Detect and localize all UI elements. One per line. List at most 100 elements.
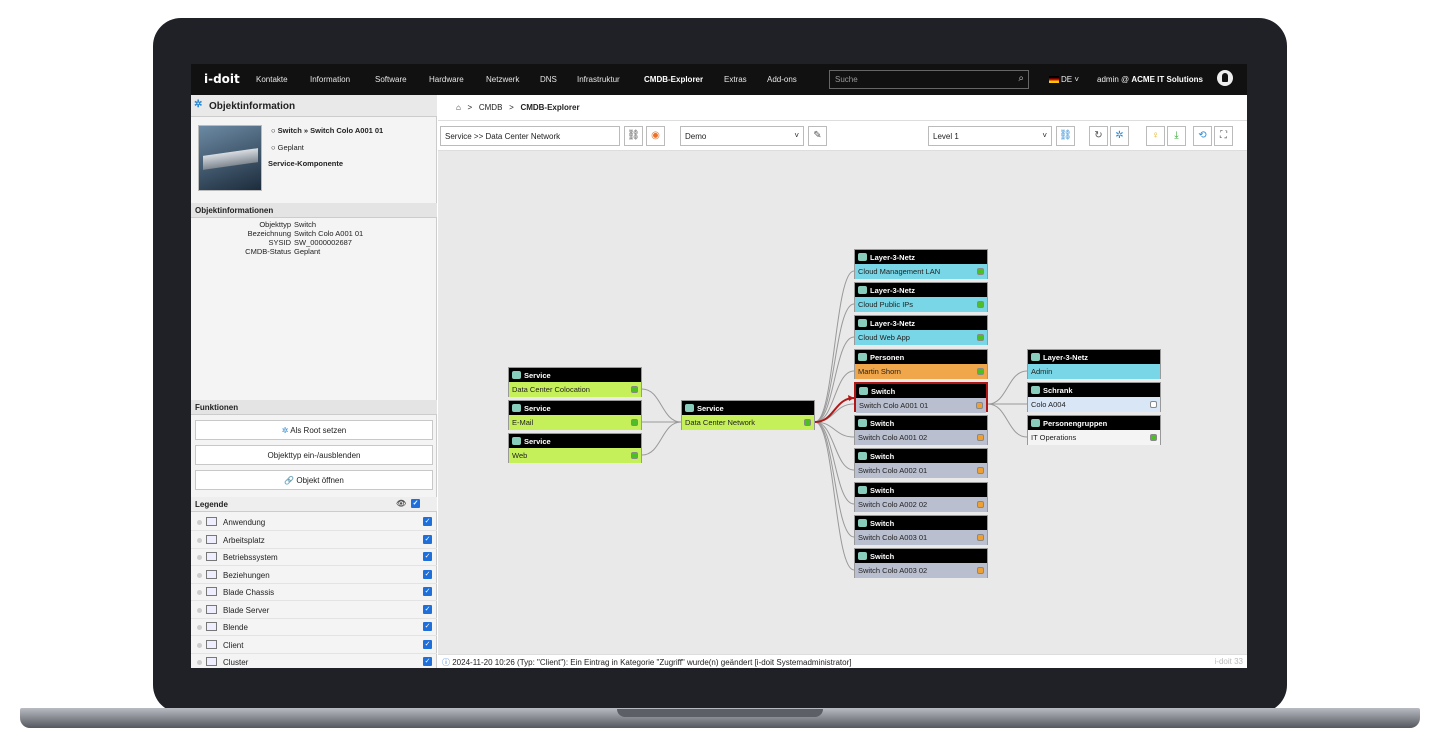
legend-item[interactable]: Blende ✓ [191, 619, 437, 636]
graph-node[interactable]: Service Data Center Colocation [508, 367, 642, 397]
object-type-icon [206, 569, 217, 579]
node-name: Admin [1031, 367, 1053, 376]
eye-icon[interactable]: 👁 [396, 499, 406, 508]
legend-checkbox[interactable]: ✓ [423, 587, 432, 596]
nav-netzwerk[interactable]: Netzwerk [486, 75, 519, 84]
node-body: Switch Colo A003 02 [855, 563, 987, 578]
status-dot [197, 520, 202, 525]
search-input[interactable]: Suche ⌕ [829, 70, 1029, 89]
graph-node[interactable]: Layer-3-Netz Cloud Web App [854, 315, 988, 345]
nav-cmdb-explorer[interactable]: CMDB-Explorer [644, 75, 703, 84]
graph-node[interactable]: Layer-3-Netz Cloud Management LAN [854, 249, 988, 279]
legend-checkbox[interactable]: ✓ [423, 534, 432, 544]
explorer-icon: ✲ [281, 426, 289, 435]
graph-node[interactable]: Layer-3-Netz Cloud Public IPs [854, 282, 988, 312]
nav-infrastruktur[interactable]: Infrastruktur [577, 75, 620, 84]
refresh-icon[interactable]: ↻ [1089, 126, 1108, 146]
legend-item[interactable]: Anwendung ✓ [191, 514, 437, 531]
search-icon[interactable]: ⌕ [1018, 73, 1024, 84]
legend-checkbox[interactable]: ✓ [423, 569, 432, 579]
fullscreen-icon[interactable]: ⛶ [1214, 126, 1233, 146]
profile-select[interactable]: Demo ˅ [680, 126, 804, 146]
path-field[interactable]: Service >> Data Center Network [440, 126, 620, 146]
legend-checkbox[interactable]: ✓ [423, 657, 432, 666]
graph-node[interactable]: Switch Switch Colo A001 02 [854, 415, 988, 445]
legend-item[interactable]: Blade Chassis ✓ [191, 584, 437, 601]
legend-select-all-checkbox[interactable]: ✓ [411, 499, 420, 508]
graph-node[interactable]: Schrank Colo A004 [1027, 382, 1161, 412]
download-icon[interactable]: ⤓ [1167, 126, 1186, 146]
graph-node[interactable]: Personen Martin Shorn [854, 349, 988, 379]
object-type-icon [206, 534, 217, 544]
explorer-icon[interactable]: ✲ [1110, 126, 1129, 146]
legend-item[interactable]: Blade Server ✓ [191, 602, 437, 619]
legend-item[interactable]: Betriebssystem ✓ [191, 549, 437, 566]
nav-information[interactable]: Information [310, 75, 350, 84]
edit-icon[interactable]: ✎ [808, 126, 827, 146]
object-status: ○ Geplant [271, 143, 304, 152]
toggle-objecttype-button[interactable]: Objekttyp ein-/ausblenden [195, 445, 433, 465]
legend-checkbox[interactable]: ✓ [423, 552, 432, 561]
nav-dns[interactable]: DNS [540, 75, 557, 84]
graph-node[interactable]: Layer-3-Netz Admin [1027, 349, 1161, 379]
graph-node[interactable]: Personengruppen IT Operations [1027, 415, 1161, 445]
node-name: Cloud Web App [858, 333, 910, 342]
legend-item[interactable]: Beziehungen ✓ [191, 567, 437, 584]
node-name: Web [512, 451, 528, 460]
legend-checkbox[interactable]: ✓ [423, 639, 432, 649]
version-label: i-doit 33 [1214, 657, 1243, 666]
color-wheel-icon[interactable]: ◉ [646, 126, 665, 146]
avatar[interactable] [1217, 70, 1233, 86]
set-root-button[interactable]: ✲ Als Root setzen [195, 420, 433, 440]
lightbulb-icon[interactable]: ♀ [1146, 126, 1165, 146]
nav-kontakte[interactable]: Kontakte [256, 75, 288, 84]
legend-checkbox[interactable]: ✓ [423, 622, 432, 631]
node-name: E-Mail [512, 418, 534, 427]
graph-node[interactable]: Switch Switch Colo A002 01 [854, 448, 988, 478]
language-selector[interactable]: DE ˅ [1061, 75, 1079, 84]
main-content: ⌂ > CMDB > CMDB-Explorer Service >> Data… [438, 95, 1247, 668]
graph-node[interactable]: Switch Switch Colo A003 01 [854, 515, 988, 545]
button-label: Objekt öffnen [296, 476, 344, 485]
legend-checkbox[interactable]: ✓ [423, 517, 432, 526]
user-menu[interactable]: admin @ ACME IT Solutions [1097, 75, 1203, 84]
node-body: Web [509, 448, 641, 463]
status-dot [197, 590, 202, 595]
object-title: ○ Switch » Switch Colo A001 01 [271, 126, 384, 135]
node-type: Layer-3-Netz [855, 250, 987, 264]
sync-icon[interactable]: ⟲ [1193, 126, 1212, 146]
home-icon[interactable]: ⌂ [456, 103, 461, 112]
level-select[interactable]: Level 1 ˅ [928, 126, 1052, 146]
app-logo[interactable]: i-doit [204, 72, 240, 86]
graph-node[interactable]: Service Data Center Network [681, 400, 815, 430]
link-icon[interactable]: ⛓ [1056, 126, 1075, 146]
node-status-indicator [1150, 434, 1157, 441]
link-icon: 🔗 [284, 476, 295, 485]
nav-extras[interactable]: Extras [724, 75, 747, 84]
open-object-button[interactable]: 🔗 Objekt öffnen [195, 470, 433, 490]
object-title-text: Switch » Switch Colo A001 01 [277, 126, 384, 135]
node-name: Switch Colo A003 01 [858, 533, 928, 542]
graph-node[interactable]: Switch Switch Colo A001 01 [854, 382, 988, 413]
graph-node[interactable]: Service Web [508, 433, 642, 463]
breadcrumb-cmdb[interactable]: CMDB [479, 103, 503, 112]
node-status-indicator [977, 434, 984, 441]
nav-add-ons[interactable]: Add-ons [767, 75, 797, 84]
info-row: SYSID SW_0000002687 [191, 238, 351, 247]
flag-icon[interactable] [1049, 76, 1059, 83]
node-name: Cloud Public IPs [858, 300, 914, 309]
node-name: Switch Colo A002 02 [858, 500, 928, 509]
node-name: Cloud Management LAN [858, 267, 941, 276]
legend-item[interactable]: Arbeitsplatz ✓ [191, 532, 437, 549]
legend-checkbox[interactable]: ✓ [423, 604, 432, 614]
graph-node[interactable]: Switch Switch Colo A003 02 [854, 548, 988, 578]
nav-software[interactable]: Software [375, 75, 407, 84]
legend-item[interactable]: Client ✓ [191, 637, 437, 654]
graph-node[interactable]: Switch Switch Colo A002 02 [854, 482, 988, 512]
graph-node[interactable]: Service E-Mail [508, 400, 642, 430]
node-status-indicator [977, 467, 984, 474]
legend-item[interactable]: Cluster ✓ [191, 654, 437, 668]
link-icon[interactable]: ⛓ [624, 126, 643, 146]
nav-hardware[interactable]: Hardware [429, 75, 464, 84]
node-status-indicator [977, 567, 984, 574]
